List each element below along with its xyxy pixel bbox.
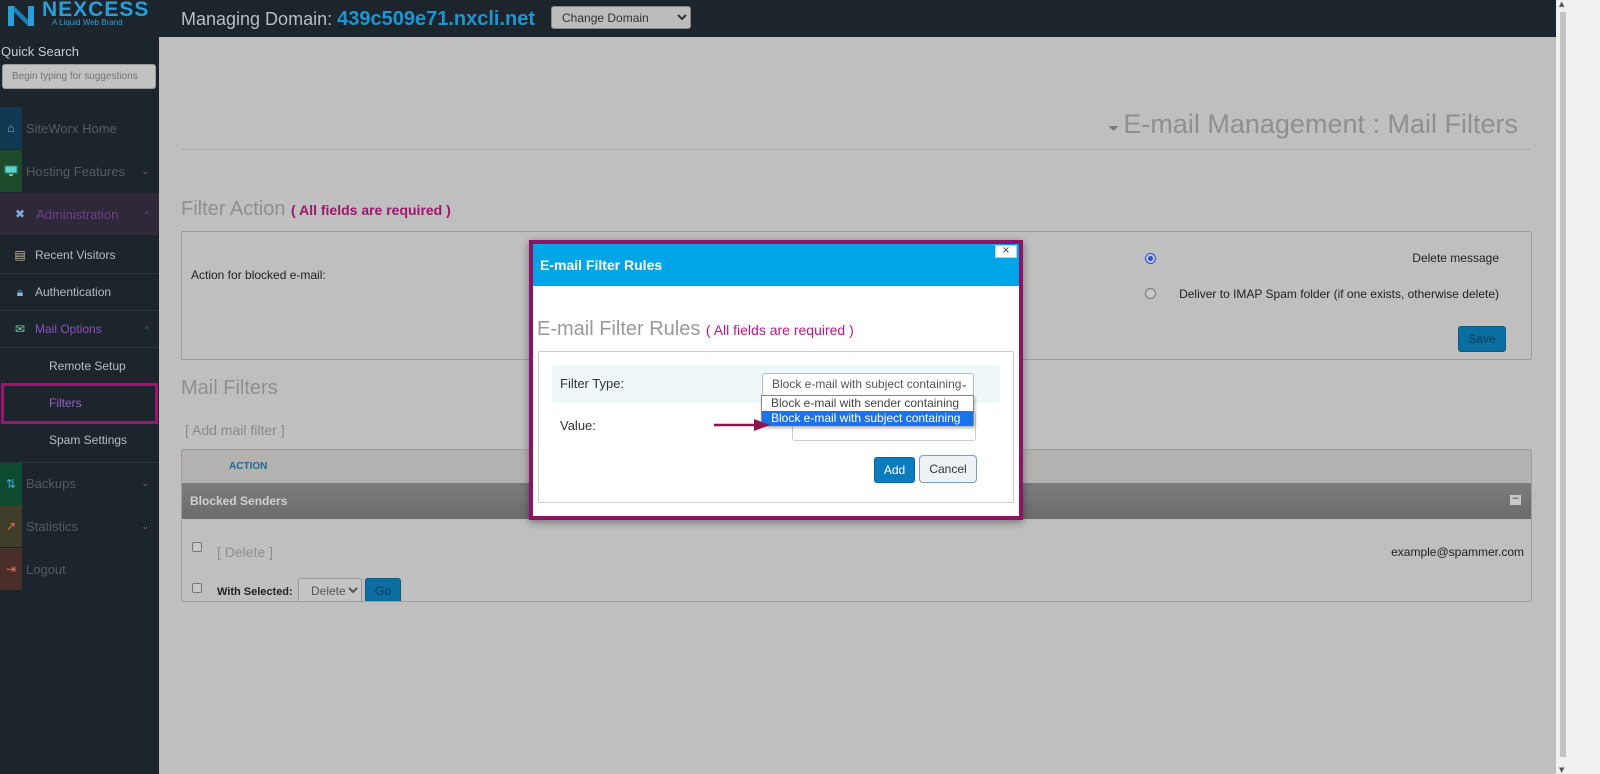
home-icon: ⌂ [0, 107, 22, 149]
sidebar-item-recent-visitors[interactable]: ▤ Recent Visitors [0, 236, 159, 273]
managing-domain-label: Managing Domain: [181, 9, 333, 29]
row-value: example@spammer.com [1391, 545, 1524, 559]
page-title: ⏷ E-mail Management : Mail Filters [1108, 109, 1518, 140]
domain-name: 439c509e71.nxcli.net [337, 8, 536, 30]
modal-required-note: ( All fields are required ) [705, 322, 854, 338]
sidebar-item-spam-settings[interactable]: Spam Settings [0, 421, 159, 458]
modal-title: E-mail Filter Rules [540, 257, 663, 273]
chevron-up-icon: ^ [144, 324, 149, 334]
nexcess-logo-icon [8, 6, 34, 26]
column-header-action[interactable]: ACTION [229, 461, 267, 472]
mail-filters-heading: Mail Filters [181, 377, 278, 399]
sidebar-item-label: Spam Settings [49, 432, 128, 447]
chevron-down-icon: ⌄ [141, 478, 149, 488]
mail-icon: ✉ [14, 322, 26, 336]
change-domain-select[interactable]: Change Domain [551, 6, 691, 29]
sidebar: NEXCESS A Liquid Web Brand Quick Search … [0, 0, 159, 774]
scrollbar-thumb[interactable] [1560, 12, 1566, 757]
filter-action-heading: Filter Action ( All fields are required … [181, 198, 451, 221]
visitors-icon: ▤ [14, 247, 26, 262]
with-selected-label: With Selected: [217, 586, 293, 598]
backup-arrows-icon: ⇅ [0, 462, 22, 505]
filters-highlight-box [1, 383, 158, 424]
sidebar-item-label: Authentication [35, 285, 112, 299]
select-all-checkbox[interactable] [192, 583, 202, 593]
sidebar-item-label: Statistics [26, 518, 79, 534]
group-title: Blocked Senders [190, 494, 288, 508]
quick-search-input[interactable] [2, 64, 156, 89]
email-filter-rules-modal: E-mail Filter Rules × E-mail Filter Rule… [529, 240, 1023, 520]
monitor-icon [0, 150, 22, 192]
scroll-down-arrow-icon[interactable]: ▼ [1559, 766, 1564, 774]
chevron-down-icon: ⌄ [141, 165, 149, 176]
sidebar-item-siteworx-home[interactable]: ⌂ SiteWorx Home [0, 107, 159, 149]
sidebar-item-backups[interactable]: ⇅ Backups ⌄ [0, 462, 159, 505]
title-divider [181, 149, 1531, 150]
save-button[interactable]: Save [1458, 326, 1506, 352]
required-note: ( All fields are required ) [291, 202, 451, 218]
collapse-icon[interactable]: − [1510, 495, 1521, 505]
managing-domain: Managing Domain: 439c509e71.nxcli.net [181, 8, 535, 31]
sidebar-item-label: SiteWorx Home [26, 120, 117, 136]
add-button[interactable]: Add [874, 457, 915, 483]
chevron-down-icon: ⌄ [960, 379, 968, 389]
quick-search-label: Quick Search [1, 44, 80, 59]
row-delete-link[interactable]: [ Delete ] [217, 544, 273, 560]
filter-action-heading-text: Filter Action [181, 198, 286, 220]
annotation-arrow-icon [714, 419, 770, 431]
filter-type-label: Filter Type: [560, 376, 625, 391]
filter-type-select[interactable]: Block e-mail with subject containing ⌄ [762, 373, 974, 396]
tools-icon: ✖ [0, 193, 40, 235]
sidebar-item-label: Logout [26, 561, 66, 577]
sidebar-item-administration[interactable]: ✖ Administration ^ [0, 193, 159, 235]
chart-icon: ↗ [0, 505, 22, 547]
modal-form: Filter Type: Block e-mail with subject c… [538, 351, 1014, 503]
modal-subtitle-text: E-mail Filter Rules [537, 318, 701, 340]
radio-deliver-imap-spam[interactable] [1145, 288, 1156, 299]
lock-icon: 🔒︎ [16, 284, 24, 299]
radio-delete-message[interactable] [1145, 253, 1156, 264]
dropdown-option-subject[interactable]: Block e-mail with subject containing [762, 411, 973, 426]
chevron-up-icon: ^ [144, 209, 149, 219]
go-button[interactable]: Go [365, 578, 401, 601]
sidebar-item-label: Backups [26, 476, 76, 491]
add-mail-filter-link[interactable]: [ Add mail filter ] [185, 422, 285, 438]
sidebar-item-label: Recent Visitors [35, 247, 116, 262]
dropdown-option-sender[interactable]: Block e-mail with sender containing [762, 396, 973, 411]
scroll-up-arrow-icon[interactable]: ▲ [1559, 0, 1564, 8]
sidebar-item-label: Mail Options [35, 322, 102, 336]
modal-header: E-mail Filter Rules × [533, 244, 1019, 286]
filter-type-dropdown: Block e-mail with sender containing Bloc… [761, 395, 974, 426]
filter-funnel-icon: ⏷ [1108, 120, 1120, 136]
value-label: Value: [560, 418, 596, 433]
sidebar-item-remote-setup[interactable]: Remote Setup [0, 347, 159, 384]
sidebar-item-mail-options[interactable]: ✉ Mail Options ^ [0, 310, 159, 347]
radio-deliver-imap-spam-label: Deliver to IMAP Spam folder (if one exis… [1179, 287, 1499, 301]
nexcess-logo[interactable]: NEXCESS A Liquid Web Brand [6, 0, 156, 30]
radio-delete-message-label: Delete message [1412, 251, 1499, 265]
sidebar-item-authentication[interactable]: 🔒︎ Authentication [0, 273, 159, 310]
sidebar-item-statistics[interactable]: ↗ Statistics ⌄ [0, 505, 159, 547]
sidebar-item-label: Remote Setup [49, 359, 126, 373]
sidebar-item-label: Hosting Features [26, 163, 125, 179]
logout-icon: ⇥ [0, 548, 22, 590]
row-checkbox[interactable] [192, 542, 202, 552]
with-selected-select[interactable]: Delete [298, 578, 362, 601]
top-bar: Managing Domain: 439c509e71.nxcli.net Ch… [159, 0, 1556, 37]
page-title-text: E-mail Management : Mail Filters [1123, 109, 1518, 139]
filter-type-selected-value: Block e-mail with subject containing [772, 377, 962, 391]
cancel-button[interactable]: Cancel [919, 455, 977, 483]
sidebar-item-label: Administration [36, 206, 119, 222]
page-scrollbar[interactable]: ▲ ▼ [1556, 0, 1600, 774]
modal-subtitle: E-mail Filter Rules ( All fields are req… [537, 318, 854, 341]
sidebar-item-logout[interactable]: ⇥ Logout [0, 548, 159, 590]
chevron-down-icon: ⌄ [141, 520, 149, 531]
action-label: Action for blocked e-mail: [191, 268, 326, 282]
sidebar-item-hosting-features[interactable]: Hosting Features ⌄ [0, 150, 159, 192]
brand-tagline: A Liquid Web Brand [52, 18, 123, 27]
close-icon[interactable]: × [995, 245, 1017, 258]
